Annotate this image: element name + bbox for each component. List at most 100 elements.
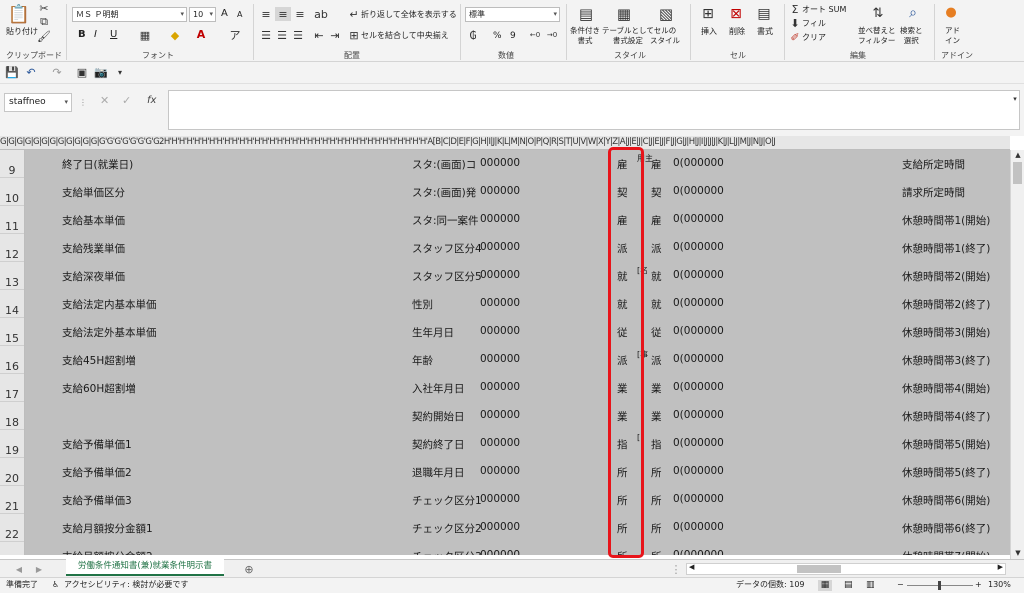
cell-label[interactable]: 支給予備単価2 <box>62 465 132 480</box>
zoom-slider-thumb[interactable] <box>938 581 941 590</box>
cell-code[interactable]: 000000 <box>480 381 520 393</box>
cell-value[interactable]: 0(000000 <box>673 465 724 477</box>
cell-value[interactable]: 0(000000 <box>673 437 724 449</box>
wrap-text-icon[interactable]: ↵ <box>349 8 359 21</box>
fill-button[interactable]: フィル <box>802 19 826 29</box>
cell-time-label[interactable]: 休憩時間帯2(開始) <box>902 269 990 284</box>
align-bottom-icon[interactable]: ≡ <box>293 8 307 21</box>
camera-icon[interactable]: 📷 <box>94 66 108 79</box>
cell-char2[interactable]: 契 <box>651 185 662 200</box>
cell-field[interactable]: 退職年月日 <box>412 465 465 480</box>
cell-value[interactable]: 0(000000 <box>673 521 724 533</box>
outdent-icon[interactable]: ⇥ <box>328 29 342 42</box>
scroll-up-icon[interactable]: ▲ <box>1013 150 1023 160</box>
cell-char2[interactable]: 所 <box>651 465 662 480</box>
cell-char2[interactable]: 業 <box>651 409 662 424</box>
row-number[interactable]: 19 <box>0 444 24 457</box>
save-icon[interactable]: 💾 <box>5 66 19 79</box>
cell-code[interactable]: 000000 <box>480 325 520 337</box>
cell-char2[interactable]: 派 <box>651 241 662 256</box>
cell-code[interactable]: 000000 <box>480 437 520 449</box>
cell-value[interactable]: 0(000000 <box>673 409 724 421</box>
add-sheet-icon[interactable]: ⊕ <box>242 562 256 576</box>
print-preview-icon[interactable]: ▣ <box>76 66 88 79</box>
cell-field[interactable]: チェック区分3 <box>412 549 482 555</box>
cell-value[interactable]: 0(000000 <box>673 297 724 309</box>
addin-icon[interactable]: ● <box>943 4 959 20</box>
column-headers[interactable]: G|G|G|G|G|G|G|G|G|G|G|G|G'G'G'G'G'G'G'G2… <box>0 136 1010 150</box>
row-number[interactable]: 20 <box>0 472 24 485</box>
cell-time-label[interactable]: 休憩時間帯6(開始) <box>902 493 990 508</box>
formula-input[interactable] <box>168 90 1020 130</box>
paste-button[interactable]: 貼り付け <box>6 27 38 37</box>
cell-value[interactable]: 0(000000 <box>673 269 724 281</box>
cell-field[interactable]: チェック区分2 <box>412 521 482 536</box>
name-box[interactable]: staffneo ▾ <box>4 93 72 112</box>
page-break-icon[interactable]: ▥ <box>866 578 875 592</box>
hscroll-thumb[interactable] <box>797 565 841 573</box>
cell-label[interactable]: 支給法定内基本単価 <box>62 297 157 312</box>
align-left-icon[interactable]: ☰ <box>259 29 273 42</box>
cell-code[interactable]: 000000 <box>480 241 520 253</box>
scroll-thumb[interactable] <box>1013 162 1022 184</box>
cell-code[interactable]: 000000 <box>480 465 520 477</box>
indent-icon[interactable]: ⇤ <box>312 29 326 42</box>
fill-color-icon[interactable]: ◆ <box>167 28 183 42</box>
cell-code[interactable]: 000000 <box>480 269 520 281</box>
cell-field[interactable]: スタ:(画面)発 <box>412 185 476 200</box>
paste-icon[interactable]: 📋 <box>8 2 30 26</box>
accessibility-icon[interactable]: ♿ <box>52 578 59 592</box>
increase-decimal-icon[interactable]: ←0 <box>528 28 542 42</box>
comma-button[interactable]: 9 <box>510 31 516 41</box>
delete-cells-icon[interactable]: ⊠ <box>727 4 745 24</box>
shrink-font-button[interactable]: A <box>237 10 242 20</box>
merge-center-button[interactable]: セルを結合して中央揃え <box>361 31 449 41</box>
format-cells-icon[interactable]: ▤ <box>755 4 773 24</box>
cell-field[interactable]: 性別 <box>412 297 433 312</box>
insert-function-icon[interactable]: fx <box>147 96 156 106</box>
cell-label[interactable]: 支給深夜単価 <box>62 269 125 284</box>
cell-value[interactable]: 0(000000 <box>673 381 724 393</box>
row-number[interactable]: 18 <box>0 416 24 429</box>
cell-code[interactable]: 000000 <box>480 157 520 169</box>
number-format-select[interactable]: 標準 ▾ <box>465 7 560 22</box>
currency-icon[interactable]: ₲ <box>466 28 480 42</box>
copy-icon[interactable]: ⧉ <box>38 15 50 28</box>
splitter-handle[interactable]: ⋮ <box>79 95 87 109</box>
row-number[interactable]: 15 <box>0 332 24 345</box>
format-button[interactable]: 書式 <box>757 27 773 37</box>
cell-label[interactable]: 支給単価区分 <box>62 185 125 200</box>
cell-value[interactable]: 0(000000 <box>673 185 724 197</box>
cell-value[interactable]: 0(000000 <box>673 353 724 365</box>
row-number[interactable]: 17 <box>0 388 24 401</box>
row-number[interactable]: 12 <box>0 248 24 261</box>
align-right-icon[interactable]: ☰ <box>291 29 305 42</box>
phonetic-icon[interactable]: ア <box>228 28 242 42</box>
cell-code[interactable]: 000000 <box>480 185 520 197</box>
cell-char2[interactable]: 所 <box>651 521 662 536</box>
cell-char2[interactable]: 派 <box>651 353 662 368</box>
find-select-button[interactable]: 検索と 選択 <box>900 26 923 46</box>
cell-field[interactable]: スタッフ区分4 <box>412 241 482 256</box>
font-size-select[interactable]: 10 ▾ <box>189 7 216 22</box>
autosum-button[interactable]: オート SUM <box>802 5 846 15</box>
border-icon[interactable]: ▦ <box>137 28 153 42</box>
zoom-level[interactable]: 130% <box>988 578 1011 592</box>
percent-button[interactable]: % <box>493 31 502 41</box>
cell-code[interactable]: 000000 <box>480 521 520 533</box>
row-number[interactable]: 22 <box>0 528 24 541</box>
tab-splitter-icon[interactable]: ⋮ <box>671 563 682 576</box>
delete-button[interactable]: 削除 <box>729 27 745 37</box>
cell-label[interactable]: 終了日(就業日) <box>62 157 133 172</box>
cell-styles-button[interactable]: セルの スタイル <box>650 26 680 46</box>
format-table-button[interactable]: テーブルとして 書式設定 <box>602 26 654 46</box>
cell-char2[interactable]: 業 <box>651 381 662 396</box>
cell-field[interactable]: スタッフ区分5 <box>412 269 482 284</box>
cell-time-label[interactable]: 支給所定時間 <box>902 157 965 172</box>
row-number[interactable]: 10 <box>0 192 24 205</box>
clear-icon[interactable]: ✐ <box>790 31 800 44</box>
cell-code[interactable]: 000000 <box>480 493 520 505</box>
cell-char2[interactable]: 指 <box>651 437 662 452</box>
decrease-decimal-icon[interactable]: →0 <box>545 28 559 42</box>
cell-value[interactable]: 0(000000 <box>673 549 724 555</box>
